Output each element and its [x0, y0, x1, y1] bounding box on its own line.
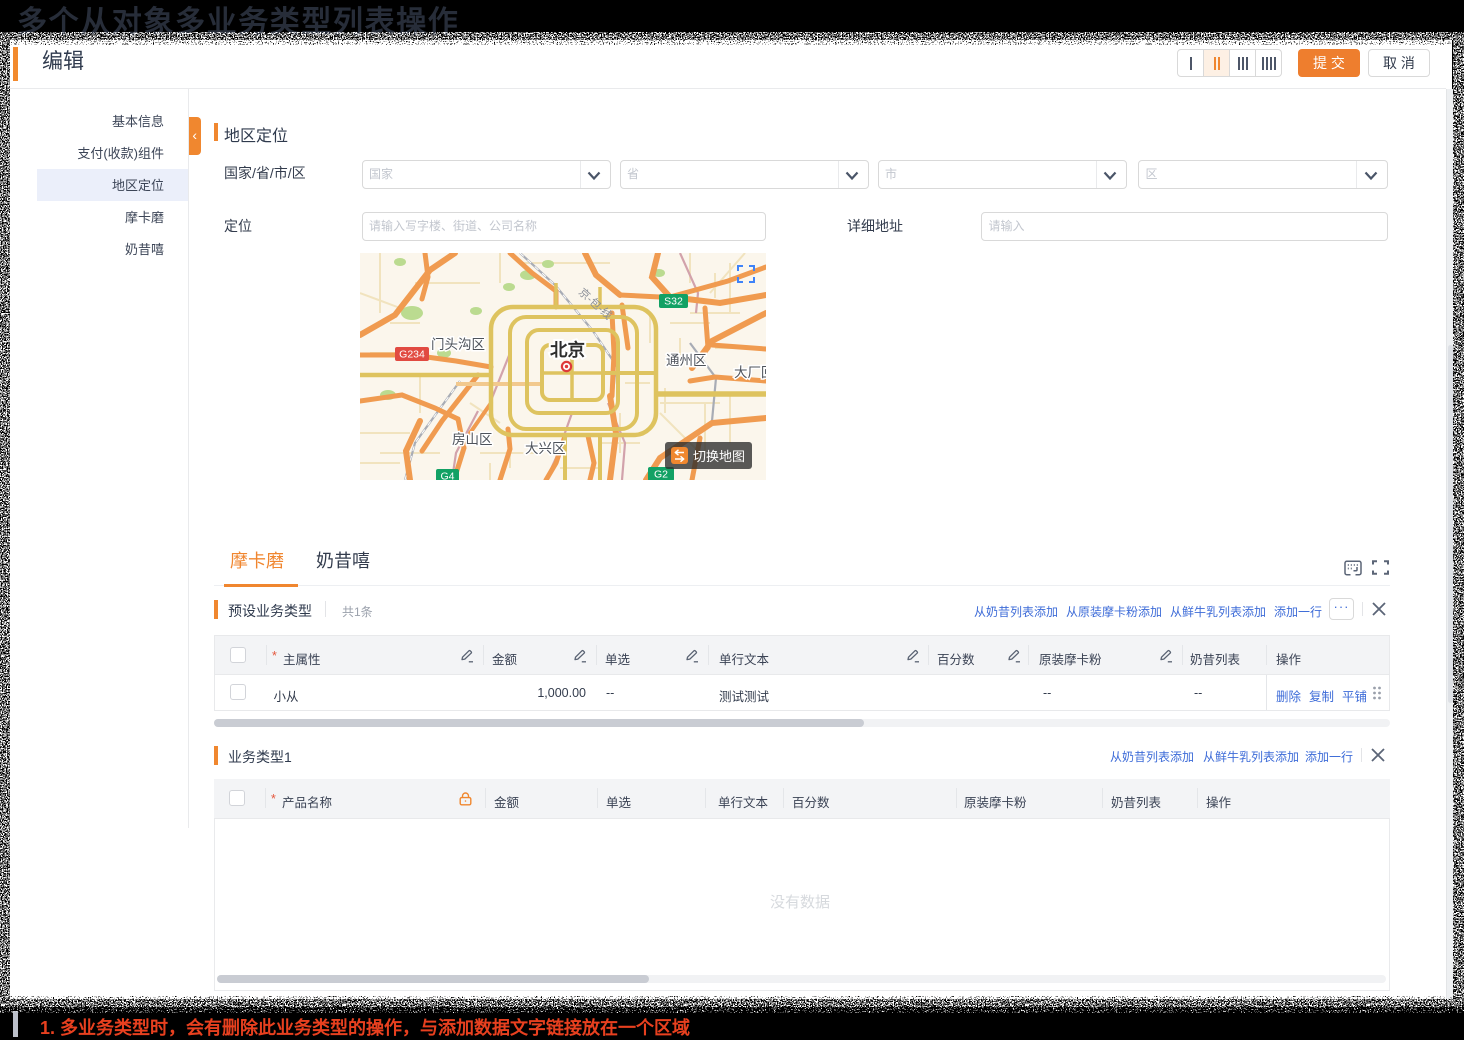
svg-text:大兴区: 大兴区	[525, 441, 566, 456]
svg-text:G234: G234	[399, 349, 425, 361]
svg-text:S32: S32	[664, 296, 683, 308]
svg-text:门头沟区: 门头沟区	[431, 337, 485, 352]
svg-text:大厂回: 大厂回	[734, 365, 766, 380]
svg-text:北京: 北京	[550, 340, 585, 360]
svg-text:G4: G4	[440, 471, 454, 481]
svg-text:G2: G2	[654, 469, 668, 481]
svg-text:通州区: 通州区	[666, 353, 707, 368]
svg-text:房山区: 房山区	[452, 432, 493, 447]
svg-text:切换地图: 切换地图	[693, 449, 745, 464]
